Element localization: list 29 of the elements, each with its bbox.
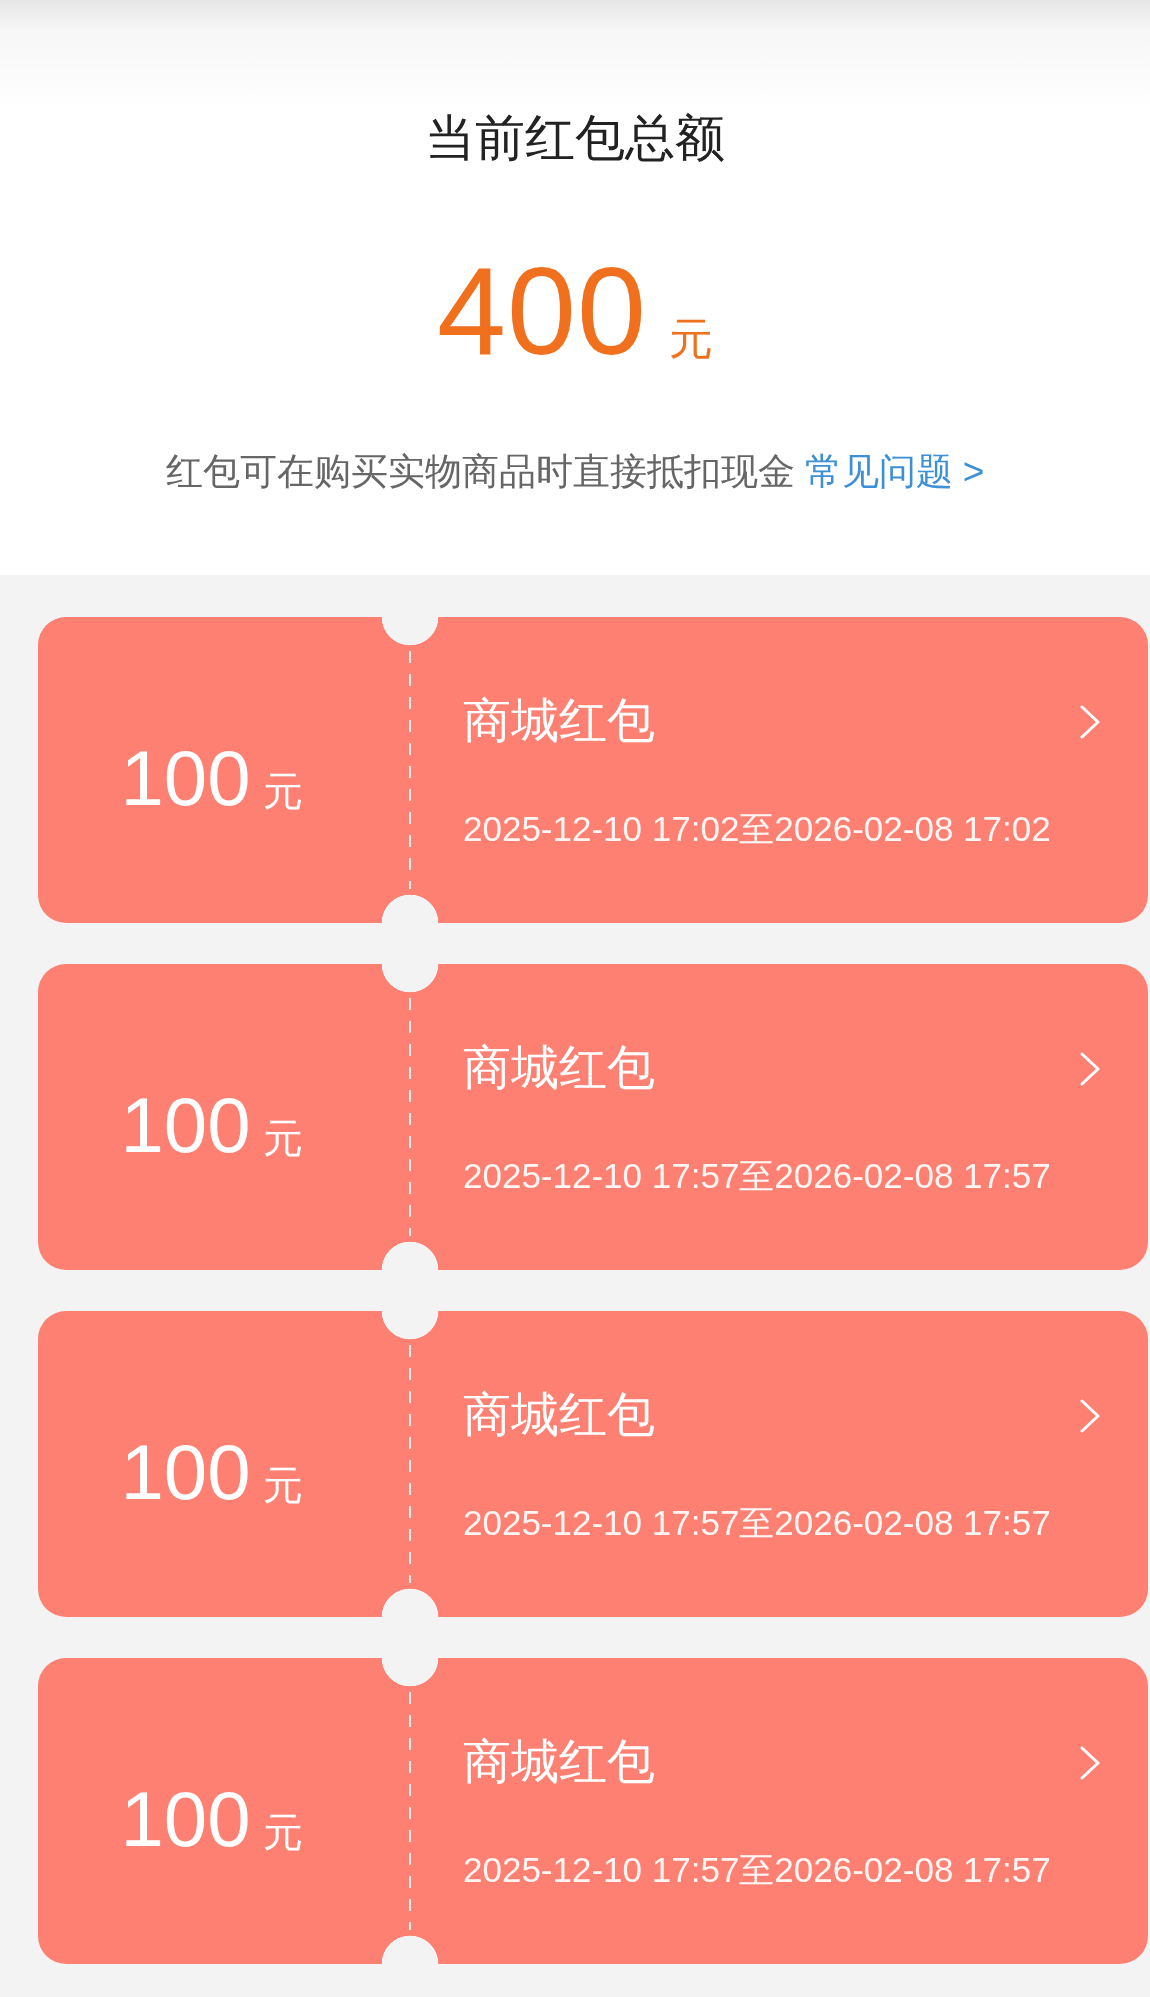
chevron-right-icon [1080,1399,1100,1433]
validity-period: 2025-12-10 17:57至2026-02-08 17:57 [463,1502,1051,1544]
currency-unit: 元 [262,1809,303,1855]
coupon-amount: 100 [120,1429,251,1515]
coupon-card[interactable]: 100 元 商城红包 2025-12-10 17:02至2026-02-08 17:02 [38,617,1148,923]
chevron-right-icon [1080,1052,1100,1086]
coupon-title: 商城红包 [463,693,655,749]
coupon-title: 商城红包 [463,1387,655,1443]
currency-unit: 元 [668,314,713,364]
coupon-card[interactable]: 100 元 商城红包 2025-12-10 17:57至2026-02-08 17:57 [38,1658,1148,1964]
coupon-amount: 100 [120,735,251,821]
coupon-title: 商城红包 [463,1040,655,1096]
currency-unit: 元 [262,1462,303,1508]
coupon-card[interactable]: 100 元 商城红包 2025-12-10 17:57至2026-02-08 17:57 [38,1311,1148,1617]
validity-period: 2025-12-10 17:57至2026-02-08 17:57 [463,1849,1051,1891]
coupon-card[interactable]: 100 元 商城红包 2025-12-10 17:57至2026-02-08 17:57 [38,964,1148,1270]
chevron-right-icon [1080,1746,1100,1780]
validity-period: 2025-12-10 17:02至2026-02-08 17:02 [463,808,1051,850]
total-title: 当前红包总额 [425,109,725,168]
faq-link[interactable]: 常见问题 > [804,448,985,496]
currency-unit: 元 [262,1115,303,1161]
validity-period: 2025-12-10 17:57至2026-02-08 17:57 [463,1155,1051,1197]
chevron-right-icon [1080,705,1100,739]
note-text: 红包可在购买实物商品时直接抵扣现金 [165,450,795,494]
coupon-amount: 100 [120,1776,251,1862]
total-amount: 400 [437,246,647,376]
currency-unit: 元 [262,768,303,814]
coupon-amount: 100 [120,1082,251,1168]
coupon-title: 商城红包 [463,1734,655,1790]
